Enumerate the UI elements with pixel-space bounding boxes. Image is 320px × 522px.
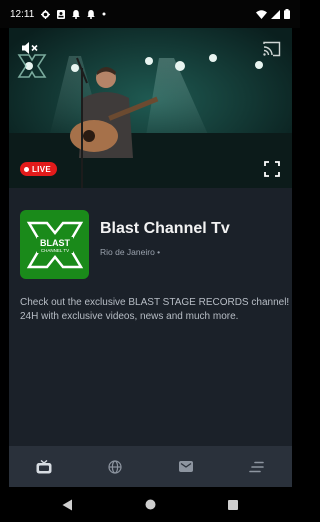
signal-icon <box>271 9 280 19</box>
live-label: LIVE <box>32 164 51 174</box>
live-dot-icon <box>24 166 29 172</box>
logo-text: BLAST <box>40 238 70 248</box>
status-time: 12:11 <box>10 8 35 20</box>
video-player[interactable]: LIVE <box>9 28 292 188</box>
live-badge: LIVE <box>20 162 57 176</box>
home-button[interactable] <box>109 499 192 510</box>
globe-icon <box>108 459 122 474</box>
nav-item-tv[interactable] <box>9 459 80 474</box>
back-icon <box>62 499 72 510</box>
home-icon <box>145 499 155 510</box>
system-nav-bar <box>0 487 300 522</box>
channel-name: Blast Channel Tv <box>100 220 230 237</box>
bottom-nav <box>9 446 292 487</box>
battery-icon <box>284 9 290 19</box>
settings-icon <box>41 9 51 19</box>
dot-icon <box>102 12 106 16</box>
nav-item-explore[interactable] <box>80 459 151 474</box>
status-bar: 12:11 <box>0 0 300 28</box>
fullscreen-icon[interactable] <box>264 161 280 177</box>
notification-bell-icon <box>72 9 81 19</box>
mail-icon <box>178 461 193 472</box>
cast-icon[interactable] <box>263 41 281 57</box>
logo-subtext: CHANNEL TV <box>40 248 68 253</box>
recents-icon <box>228 499 238 510</box>
channel-watermark-logo <box>17 54 47 78</box>
app-content: LIVE BLAST CHANNEL TV Blast Channel Tv R… <box>9 28 292 487</box>
channel-description: Check out the exclusive BLAST STAGE RECO… <box>20 297 290 322</box>
channel-location: Rio de Janeiro • <box>100 247 161 257</box>
tv-icon <box>36 459 52 473</box>
blast-logo-icon: BLAST CHANNEL TV <box>26 221 83 268</box>
menu-icon <box>249 461 264 472</box>
notification-bell-icon <box>87 9 96 19</box>
contact-card-icon <box>57 9 66 19</box>
recents-button[interactable] <box>192 499 275 510</box>
channel-logo: BLAST CHANNEL TV <box>20 210 89 279</box>
nav-item-messages[interactable] <box>151 461 222 472</box>
nav-item-menu[interactable] <box>221 461 292 473</box>
wifi-icon <box>256 9 267 19</box>
back-button[interactable] <box>26 499 109 511</box>
